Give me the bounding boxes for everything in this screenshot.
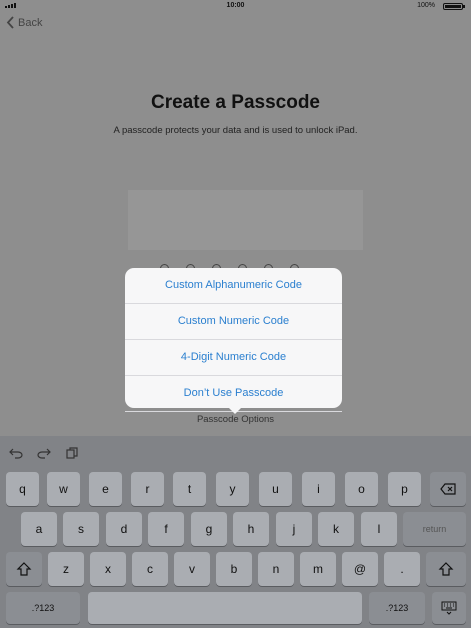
battery-tip	[463, 5, 465, 8]
key-w[interactable]: w	[47, 472, 80, 506]
shift-icon	[16, 562, 32, 576]
battery-icon	[443, 3, 463, 10]
redo-icon[interactable]	[37, 447, 51, 459]
status-bar: 10:00 100%	[0, 0, 471, 12]
numbers-key-right[interactable]: .?123	[369, 592, 425, 624]
keyboard-toolbar	[0, 436, 471, 468]
return-key[interactable]: return	[403, 512, 466, 546]
keyboard-dismiss-icon	[441, 601, 457, 615]
key-f[interactable]: f	[148, 512, 184, 546]
option-custom-alphanumeric[interactable]: Custom Alphanumeric Code	[125, 268, 342, 304]
key-o[interactable]: o	[345, 472, 378, 506]
status-time: 10:00	[226, 2, 245, 9]
key-v[interactable]: v	[174, 552, 210, 586]
paste-icon[interactable]	[65, 447, 79, 459]
key-b[interactable]: b	[216, 552, 252, 586]
key-k[interactable]: k	[318, 512, 354, 546]
option-4-digit-numeric[interactable]: 4-Digit Numeric Code	[125, 340, 342, 376]
backspace-key[interactable]	[430, 472, 466, 506]
key-a[interactable]: a	[21, 512, 57, 546]
passcode-options-link[interactable]: Passcode Options	[0, 414, 471, 425]
passcode-field-area	[128, 190, 363, 250]
back-button[interactable]: Back	[6, 16, 42, 29]
chevron-left-icon	[6, 16, 14, 29]
key-at[interactable]: @	[342, 552, 378, 586]
key-d[interactable]: d	[106, 512, 142, 546]
key-p[interactable]: p	[388, 472, 421, 506]
key-i[interactable]: i	[302, 472, 335, 506]
keyboard: q w e r t y u i o p a s d f g h j k l re…	[0, 436, 471, 628]
option-custom-numeric[interactable]: Custom Numeric Code	[125, 304, 342, 340]
shift-icon	[438, 562, 454, 576]
key-c[interactable]: c	[132, 552, 168, 586]
page-title: Create a Passcode	[151, 92, 320, 113]
popover-arrow	[228, 407, 242, 414]
undo-icon[interactable]	[9, 447, 23, 459]
space-bar[interactable]	[88, 592, 362, 624]
key-h[interactable]: h	[233, 512, 269, 546]
shift-key-right[interactable]	[426, 552, 466, 586]
key-j[interactable]: j	[276, 512, 312, 546]
passcode-options-popover: Custom Alphanumeric Code Custom Numeric …	[125, 268, 342, 414]
key-e[interactable]: e	[89, 472, 122, 506]
key-y[interactable]: y	[216, 472, 249, 506]
battery-percent: 100%	[417, 2, 435, 9]
page-subtitle: A passcode protects your data and is use…	[113, 125, 358, 136]
backspace-icon	[440, 483, 456, 495]
key-period[interactable]: .	[384, 552, 420, 586]
key-n[interactable]: n	[258, 552, 294, 586]
key-t[interactable]: t	[173, 472, 206, 506]
key-q[interactable]: q	[6, 472, 39, 506]
key-s[interactable]: s	[63, 512, 99, 546]
screen: 10:00 100% Back Create a Passcode A pass…	[0, 0, 471, 628]
numbers-key-left[interactable]: .?123	[6, 592, 80, 624]
shift-key-left[interactable]	[6, 552, 42, 586]
key-g[interactable]: g	[191, 512, 227, 546]
key-u[interactable]: u	[259, 472, 292, 506]
key-m[interactable]: m	[300, 552, 336, 586]
key-z[interactable]: z	[48, 552, 84, 586]
back-label: Back	[18, 16, 43, 29]
key-l[interactable]: l	[361, 512, 397, 546]
hide-keyboard-key[interactable]	[432, 592, 466, 624]
key-x[interactable]: x	[90, 552, 126, 586]
key-r[interactable]: r	[131, 472, 164, 506]
